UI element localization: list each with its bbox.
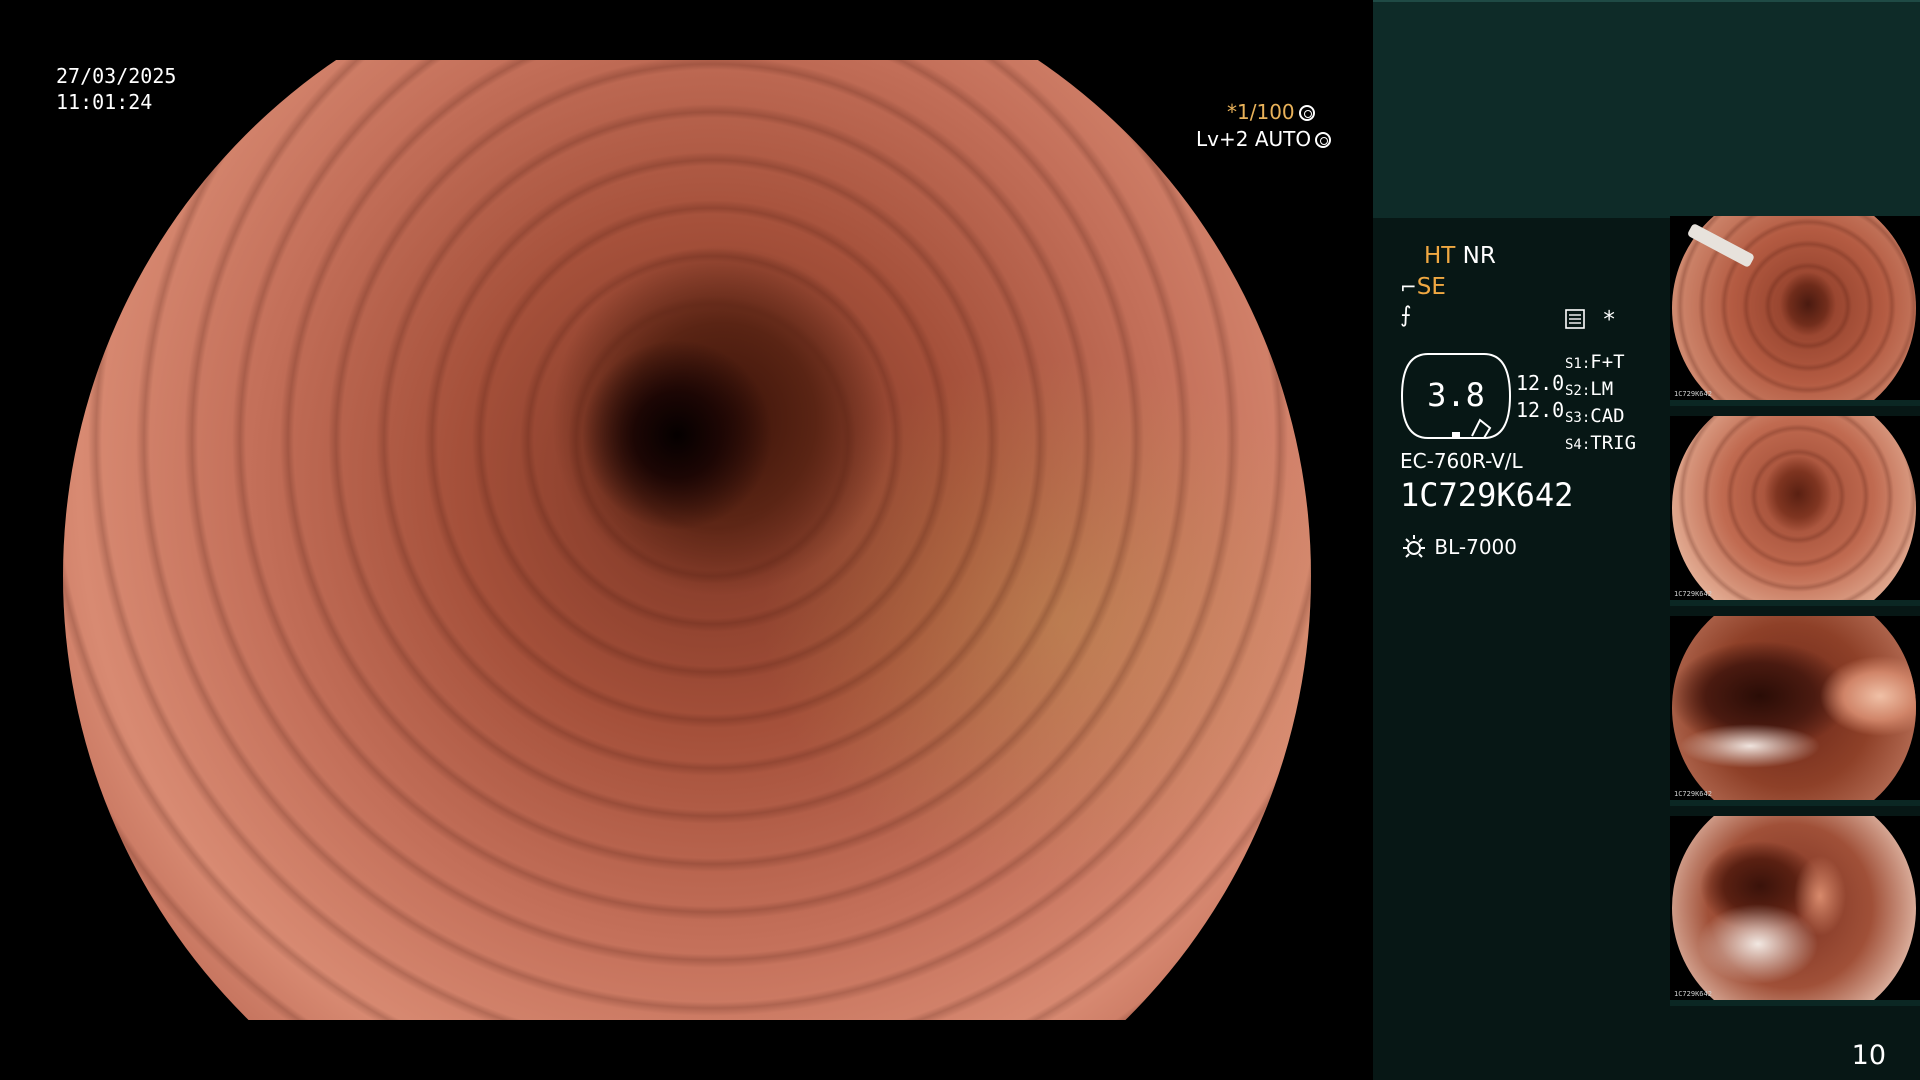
zoom-gauge: 3.8 [1400,352,1512,440]
color-mode-icon: ⨍ [1400,303,1412,328]
scope-model: EC-760R-V/L [1400,449,1523,473]
captured-thumbnail[interactable]: 1C729K642 [1670,416,1920,606]
time-text: 11:01:24 [56,90,153,114]
auto-iris-icon [1315,132,1332,148]
level-text: Lv+2 AUTO [1196,127,1312,151]
mode-ht: HT [1424,243,1456,269]
setting-2: 12.0 [1516,398,1565,422]
mode-se-label: SE [1416,274,1446,300]
thumbnail-stamp: 1C729K642 [1674,990,1712,998]
thumbnail-image [1672,616,1916,806]
thumbnail-stamp: 1C729K642 [1674,790,1712,798]
structure-enhance-icon: ⌐ [1400,275,1417,299]
colon-lumen-image [63,60,1311,1020]
thumbnail-bar [1670,600,1920,606]
thumbnail-bar [1670,400,1920,406]
preset-item: S2:LM [1565,378,1614,400]
star-indicator: * [1603,307,1615,333]
thumbnail-bar [1670,800,1920,806]
mode-nr: NR [1462,243,1496,269]
mode-ht-nr: HT NR [1424,243,1496,269]
thumbnail-stamp: 1C729K642 [1674,390,1712,398]
panel-header-area [1373,0,1920,218]
setting-1: 12.0 [1516,371,1565,395]
thumbnail-stamp: 1C729K642 [1674,590,1712,598]
preset-item: S4:TRIG [1565,432,1637,454]
shutter-readout: *1/100 [1227,100,1315,124]
preset-list: S1:F+T S2:LM S3:CAD S4:TRIG [1565,350,1636,458]
preset-item: S3:CAD [1565,405,1625,427]
memory-icon [1565,309,1585,329]
page-number: 10 [1851,1040,1886,1071]
captured-thumbnail[interactable]: 1C729K642 [1670,816,1920,1006]
gauge-value: 3.8 [1427,376,1485,414]
status-panel: HT NR ⌐SE ⨍ * 3.8 12.0 12.0 S1:F+T S2:LM… [1373,0,1920,1080]
endoscope-live-view: 27/03/2025 11:01:24 *1/100 Lv+2 AUTO [0,0,1373,1080]
scope-serial: 1C729K642 [1400,476,1574,514]
preset-item: S1:F+T [1565,351,1625,373]
light-source-icon [1403,535,1425,558]
record-status: * [1564,307,1615,333]
captured-thumbnail[interactable]: 1C729K642 [1670,616,1920,806]
level-readout: Lv+2 AUTO [1196,127,1332,151]
thumbnail-bar [1670,1000,1920,1006]
date-time-stamp: 27/03/2025 11:01:24 [56,63,176,115]
shutter-icon [1298,105,1315,121]
thumbnail-image [1672,416,1916,606]
captured-thumbnail[interactable]: 1C729K642 [1670,216,1920,406]
mode-se: ⌐SE [1400,274,1446,300]
shutter-text: *1/100 [1227,100,1295,124]
light-source-label: BL-7000 [1434,535,1517,559]
thumbnail-image [1672,816,1916,1006]
light-source: BL-7000 [1400,533,1517,561]
date-text: 27/03/2025 [56,64,177,88]
